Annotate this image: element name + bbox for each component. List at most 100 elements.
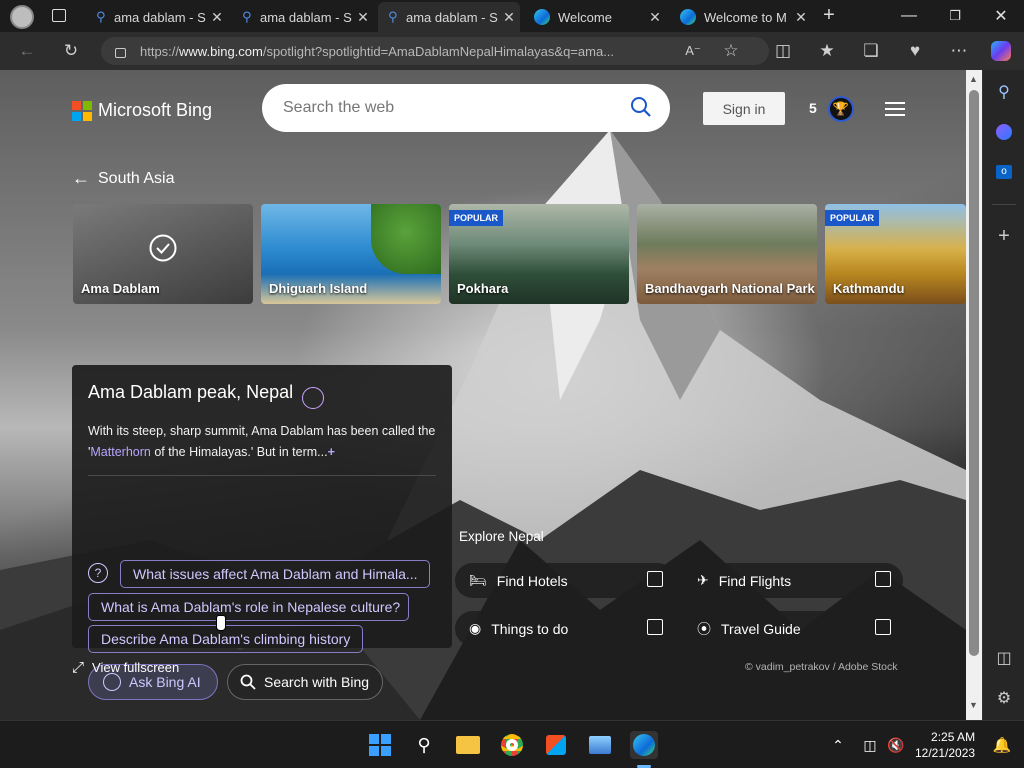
tab-4[interactable]: Welcome ✕ xyxy=(524,2,666,32)
chevron-up-icon[interactable]: ⌃ xyxy=(824,731,852,759)
spotlight-page: Microsoft Bing Search the web Sign in 5 … xyxy=(0,70,966,720)
sign-in-button[interactable]: Sign in xyxy=(703,92,785,125)
scroll-down-icon[interactable]: ▼ xyxy=(969,700,978,710)
tab-1[interactable]: ⚲ ama dablam - S ✕ xyxy=(86,2,228,32)
suggestion-chip[interactable]: What is Ama Dablam's role in Nepalese cu… xyxy=(88,593,409,621)
lock-icon xyxy=(115,48,126,58)
scroll-up-icon[interactable]: ▲ xyxy=(969,74,978,84)
expand-more-button[interactable]: + xyxy=(328,445,335,459)
taskbar-clock[interactable]: 2:25 AM 12/21/2023 xyxy=(915,729,975,761)
tab-2[interactable]: ⚲ ama dablam - S ✕ xyxy=(232,2,374,32)
carousel-card-pokhara[interactable]: POPULAR Pokhara xyxy=(449,204,629,304)
url-prefix: https:// xyxy=(140,43,180,59)
search-input[interactable]: Search the web xyxy=(262,84,670,132)
travel-guide-button[interactable]: ⦿ Travel Guide xyxy=(683,611,903,646)
search-with-bing-label: Search with Bing xyxy=(264,674,370,690)
windows-taskbar: ⚲ ⌃ ◫ 🔇 2:25 AM 12/21/2023 🔔 xyxy=(0,720,1024,768)
tab-label: Welcome to M xyxy=(704,9,787,25)
add-icon[interactable]: + xyxy=(992,224,1016,248)
search-icon[interactable] xyxy=(630,96,652,118)
clock-time: 2:25 AM xyxy=(931,730,976,744)
notification-bell-icon[interactable]: 🔔 xyxy=(988,731,1016,759)
check-circle-icon xyxy=(149,234,177,262)
windows-start-icon[interactable] xyxy=(366,731,394,759)
chrome-icon[interactable] xyxy=(498,731,526,759)
matterhorn-link[interactable]: Matterhorn xyxy=(90,445,150,459)
breadcrumb[interactable]: ← South Asia xyxy=(72,168,175,189)
info-panel: Ama Dablam peak, Nepal With its steep, s… xyxy=(72,365,452,700)
sidebar-divider xyxy=(992,204,1016,205)
divider xyxy=(88,475,436,476)
tab-5[interactable]: Welcome to M ✕ xyxy=(670,2,812,32)
search-icon: ⚲ xyxy=(388,9,398,24)
carousel-card-dhiguarh-island[interactable]: Dhiguarh Island xyxy=(261,204,441,304)
external-link-icon xyxy=(647,619,663,635)
url-domain: www.bing.com xyxy=(179,43,263,59)
rewards-trophy-icon[interactable]: 🏆 xyxy=(828,96,854,122)
expand-icon: ⤢ xyxy=(72,659,85,676)
rewards-count[interactable]: 5 xyxy=(809,100,817,116)
edge-icon xyxy=(534,9,550,25)
performance-icon[interactable]: ♥ xyxy=(902,38,928,64)
search-icon[interactable]: ⚲ xyxy=(992,80,1016,104)
find-hotels-button[interactable]: 🛏 Find Hotels xyxy=(455,563,675,598)
external-link-icon xyxy=(875,619,891,635)
close-icon[interactable]: ✕ xyxy=(498,9,520,26)
card-label: Dhiguarh Island xyxy=(269,281,368,296)
edge-taskbar-icon[interactable] xyxy=(630,731,658,759)
things-to-do-button[interactable]: ◉ Things to do xyxy=(455,611,675,646)
close-icon[interactable]: ✕ xyxy=(206,9,228,26)
search-with-bing-button[interactable]: Search with Bing xyxy=(227,664,383,700)
close-icon[interactable]: ✕ xyxy=(352,9,374,26)
scrollbar-thumb[interactable] xyxy=(969,90,979,656)
network-icon[interactable]: ◫ xyxy=(856,731,884,759)
search-icon[interactable]: ⚲ xyxy=(410,731,438,759)
suggestion-chip[interactable]: What issues affect Ama Dablam and Himala… xyxy=(120,560,430,588)
find-flights-button[interactable]: ✈ Find Flights xyxy=(683,563,903,598)
photos-icon[interactable] xyxy=(586,731,614,759)
close-icon[interactable]: ✕ xyxy=(790,9,812,26)
hide-sidebar-icon[interactable]: ◫ xyxy=(992,646,1016,670)
split-screen-icon[interactable]: ◫ xyxy=(770,38,796,64)
card-label: Kathmandu xyxy=(833,281,905,296)
external-link-icon xyxy=(875,571,891,587)
address-bar[interactable]: https://www.bing.com/spotlight?spotlight… xyxy=(101,37,769,65)
back-button[interactable]: ← xyxy=(14,38,40,64)
minimize-button[interactable]: — xyxy=(886,0,932,32)
restore-button[interactable]: ❐ xyxy=(932,0,978,32)
carousel-card-kathmandu[interactable]: POPULAR Kathmandu xyxy=(825,204,966,304)
collections-icon[interactable]: ❏ xyxy=(858,38,884,64)
outlook-icon[interactable]: o xyxy=(992,160,1016,184)
copilot-sidebar-icon[interactable] xyxy=(992,120,1016,144)
store-icon[interactable] xyxy=(542,731,570,759)
card-label: Pokhara xyxy=(457,281,509,296)
page-scrollbar[interactable]: ▲ ▼ xyxy=(966,70,982,720)
hamburger-menu-icon[interactable] xyxy=(885,102,905,120)
close-window-button[interactable]: ✕ xyxy=(978,0,1024,32)
copilot-icon[interactable] xyxy=(988,38,1014,64)
action-label: Things to do xyxy=(491,620,569,637)
mouse-cursor xyxy=(216,615,226,631)
tab-3-active[interactable]: ⚲ ama dablam - S ✕ xyxy=(378,2,520,32)
new-tab-button[interactable]: + xyxy=(818,4,840,26)
more-menu-icon[interactable]: ⋯ xyxy=(946,38,972,64)
view-fullscreen-button[interactable]: ⤢ View fullscreen xyxy=(72,659,179,676)
read-aloud-icon[interactable]: A⁻ xyxy=(680,38,706,64)
file-explorer-icon[interactable] xyxy=(454,731,482,759)
tab-actions-icon[interactable] xyxy=(52,9,66,22)
refresh-button[interactable]: ↻ xyxy=(58,38,84,64)
settings-gear-icon[interactable]: ⚙ xyxy=(992,686,1016,710)
profile-avatar[interactable] xyxy=(10,5,34,29)
close-icon[interactable]: ✕ xyxy=(644,9,666,26)
chat-icon[interactable] xyxy=(302,387,324,409)
carousel-card-ama-dablam[interactable]: Ama Dablam xyxy=(73,204,253,304)
action-label: Find Flights xyxy=(718,572,792,589)
volume-muted-icon[interactable]: 🔇 xyxy=(882,731,910,759)
arrow-left-icon[interactable]: ← xyxy=(72,168,90,189)
favorite-star-icon[interactable]: ☆ xyxy=(718,38,744,64)
carousel-card-bandhavgarh[interactable]: Bandhavgarh National Park xyxy=(637,204,817,304)
search-icon xyxy=(240,674,256,690)
bing-logo[interactable]: Microsoft Bing xyxy=(72,100,212,121)
suggestion-chip[interactable]: Describe Ama Dablam's climbing history xyxy=(88,625,363,653)
favorites-icon[interactable]: ★ xyxy=(814,38,840,64)
